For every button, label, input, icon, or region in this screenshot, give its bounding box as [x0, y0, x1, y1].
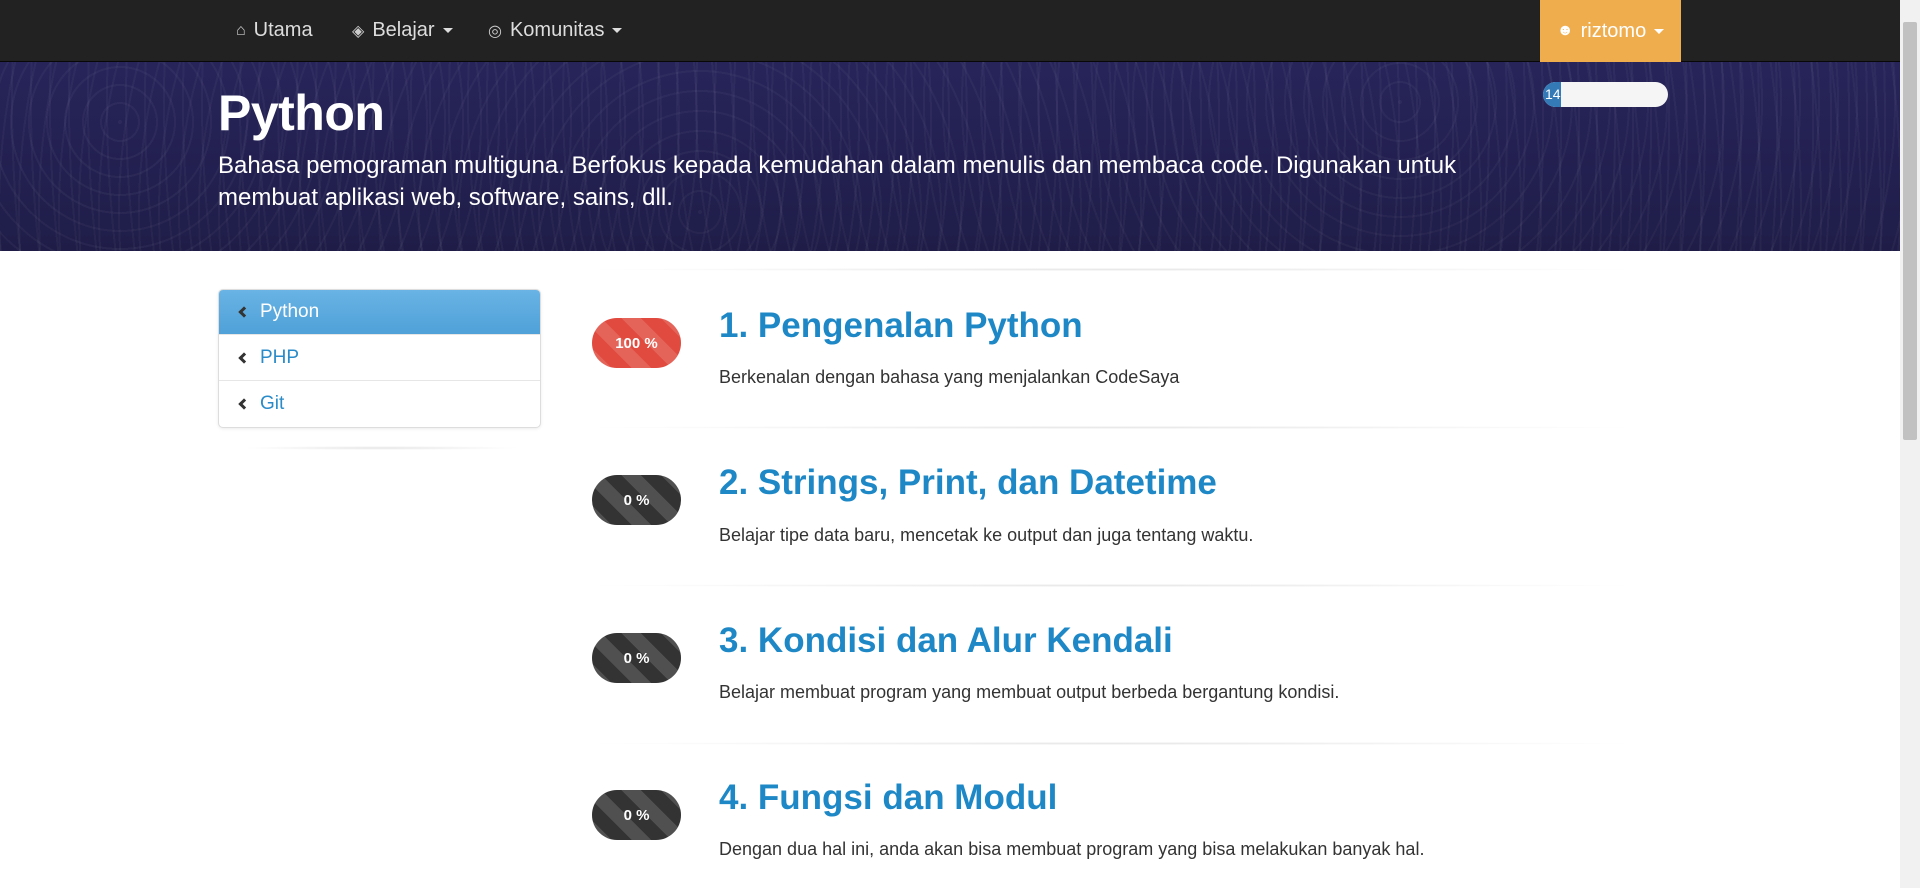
nav-item-label: Belajar: [372, 19, 435, 41]
nav-item-label: Utama: [253, 19, 313, 41]
lesson-progress-badge: 0 %: [592, 633, 681, 683]
lesson-title-link[interactable]: 4. Fungsi dan Modul: [719, 778, 1057, 818]
nav-item-komunitas[interactable]: ◎ Komunitas: [488, 0, 623, 61]
home-icon: ⌂: [236, 21, 246, 39]
course-header: Python Bahasa pemograman multiguna. Berf…: [0, 62, 1900, 251]
lesson-progress-badge: 100 %: [592, 318, 681, 368]
lesson-description: Dengan dua hal ini, anda akan bisa membu…: [719, 839, 1425, 859]
lesson-title-link[interactable]: 2. Strings, Print, dan Datetime: [719, 463, 1217, 503]
user-icon: ☻: [1556, 22, 1574, 39]
sidebar-item-git[interactable]: Git: [219, 381, 540, 427]
chevron-left-icon: [238, 398, 250, 410]
lesson-description: Berkenalan dengan bahasa yang menjalanka…: [719, 367, 1180, 387]
nav-item-label: Komunitas: [509, 19, 605, 41]
chevron-left-icon: [238, 351, 250, 364]
page-title: Python: [218, 85, 385, 141]
lesson-item: 0 % 3. Kondisi dan Alur Kendali Belajar …: [592, 587, 1632, 727]
lesson-progress-badge: 0 %: [592, 475, 681, 525]
chevron-left-icon: [238, 306, 250, 318]
user-name: riztomo: [1580, 19, 1647, 42]
sidebar-item-label: Python: [260, 301, 320, 322]
nav-item-belajar[interactable]: ◈ Belajar: [352, 0, 453, 61]
caret-down-icon: [1654, 28, 1665, 34]
lesson-progress-badge: 0 %: [592, 790, 681, 840]
lesson-title-link[interactable]: 3. Kondisi dan Alur Kendali: [719, 621, 1173, 661]
user-menu-button[interactable]: ☻ riztomo: [1540, 0, 1681, 62]
xp-value: 14: [1545, 86, 1561, 102]
lesson-title-link[interactable]: 1. Pengenalan Python: [719, 306, 1083, 346]
lesson-description: Belajar membuat program yang membuat out…: [719, 682, 1340, 702]
caret-down-icon: [442, 28, 453, 33]
scrollbar-thumb[interactable]: [1903, 22, 1917, 440]
lesson-item: 0 % 2. Strings, Print, dan Datetime Bela…: [592, 429, 1632, 569]
page-scrollbar[interactable]: [1900, 0, 1920, 888]
course-sidebar: Python PHP Git: [218, 289, 541, 428]
top-navbar: ⌂ Utama ◈ Belajar ◎ Komunitas ☻ riztomo: [0, 0, 1900, 62]
sidebar-item-label: Git: [260, 393, 285, 414]
nav-item-utama[interactable]: ⌂ Utama: [236, 0, 313, 61]
lesson-description: Belajar tipe data baru, mencetak ke outp…: [719, 525, 1254, 545]
graduation-cap-icon: ◈: [352, 22, 365, 40]
globe-icon: ◎: [488, 22, 502, 40]
sidebar-shadow: [240, 446, 520, 450]
sidebar-item-php[interactable]: PHP: [219, 335, 540, 381]
caret-down-icon: [612, 28, 623, 33]
course-description: Bahasa pemograman multiguna. Berfokus ke…: [218, 152, 1457, 211]
sidebar-item-label: PHP: [260, 346, 300, 368]
xp-progress-bar: 14: [1543, 82, 1668, 107]
lesson-item: 100 % 1. Pengenalan Python Berkenalan de…: [592, 271, 1632, 411]
sidebar-item-python[interactable]: Python: [219, 290, 540, 335]
lesson-item: 0 % 4. Fungsi dan Modul Dengan dua hal i…: [592, 745, 1632, 885]
